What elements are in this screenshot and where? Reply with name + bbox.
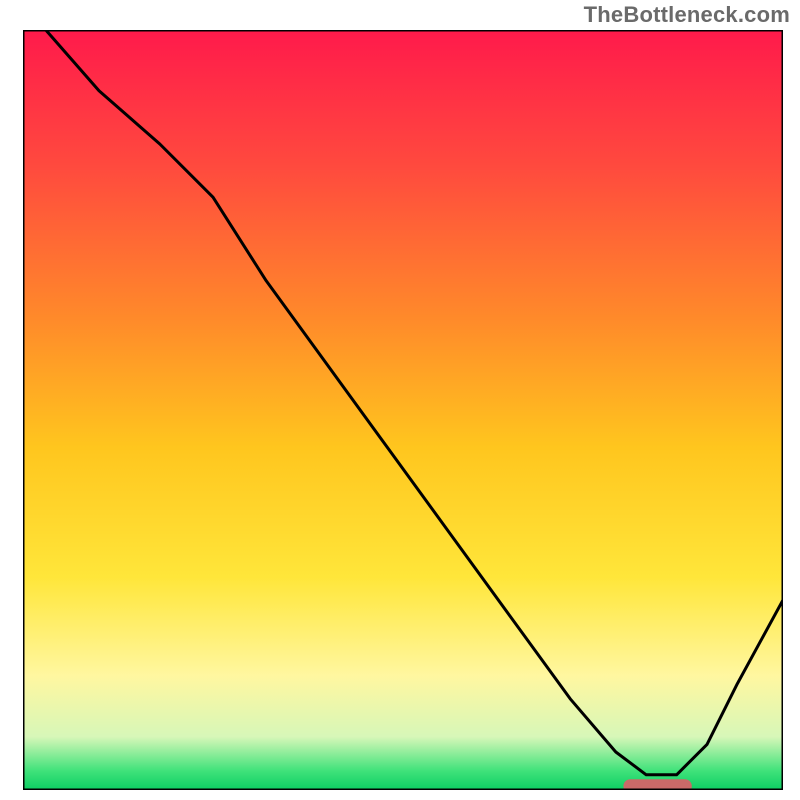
bottleneck-chart: [0, 0, 800, 800]
watermark-text: TheBottleneck.com: [584, 2, 790, 28]
plot-area: [23, 30, 783, 793]
chart-container: TheBottleneck.com: [0, 0, 800, 800]
gradient-background: [23, 30, 783, 790]
optimal-marker: [623, 779, 691, 793]
